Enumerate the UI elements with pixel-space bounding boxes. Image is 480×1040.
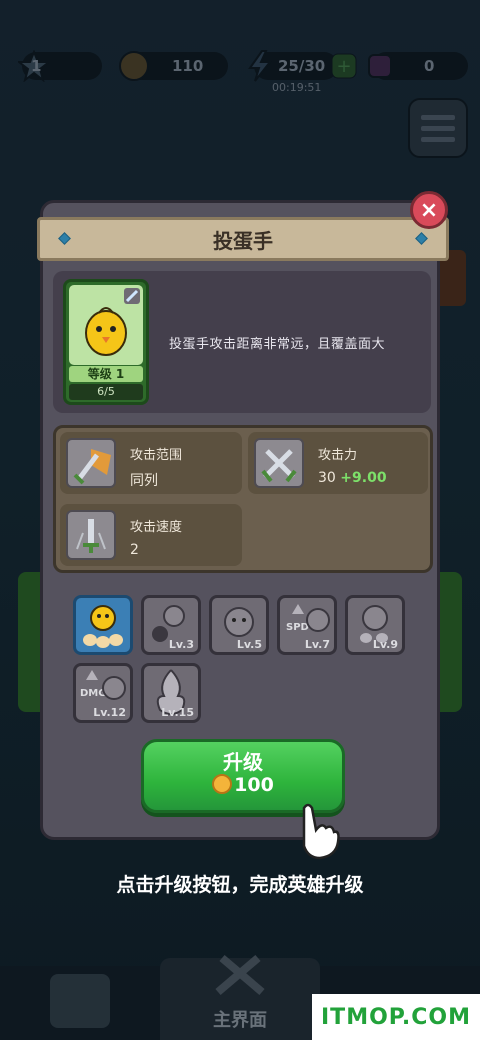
stat-value: 2	[130, 542, 139, 558]
level-value: 1	[31, 57, 42, 75]
energy-value: 25/30	[278, 57, 326, 75]
stat-bonus-value: +9.00	[340, 470, 387, 486]
stat-label: 攻击范围	[130, 448, 183, 463]
upgrade-label: 升级	[223, 750, 263, 774]
lightning-icon	[242, 48, 278, 84]
hero-portrait	[69, 285, 143, 365]
skill-level-label: Lv.7	[304, 638, 330, 651]
svg-text:SPD: SPD	[286, 622, 309, 633]
skill-slot-3[interactable]: Lv.5	[209, 595, 269, 655]
instruction-text: 点击升级按钮，完成英雄升级	[116, 874, 364, 896]
sword-speed-icon	[66, 510, 116, 560]
stat-value: 30 +9.00	[318, 470, 387, 486]
stat-attack-speed: 攻击速度 2	[60, 504, 242, 566]
hero-card[interactable]: 等级 1 6/5	[63, 279, 149, 405]
stat-attack-power: 攻击力 30 +9.00	[248, 432, 428, 494]
skill-slot-2[interactable]: Lv.3	[141, 595, 201, 655]
skill-slot-1[interactable]	[73, 595, 133, 655]
skill-level-label: Lv.9	[372, 638, 398, 651]
energy-timer: 00:19:51	[272, 81, 322, 94]
crossed-swords-icon	[215, 954, 265, 996]
skill-slot-7[interactable]: Lv.15	[141, 663, 201, 723]
upgrade-cost: 100	[144, 774, 342, 796]
dialog-title: 投蛋手	[213, 228, 273, 253]
skill-level-label: Lv.15	[161, 706, 194, 719]
stat-label: 攻击速度	[130, 520, 183, 535]
coins-value: 110	[172, 57, 204, 75]
coin-icon	[212, 774, 233, 794]
sword-badge-icon	[124, 288, 140, 304]
crossed-swords-icon	[254, 438, 304, 488]
chick-eggs-icon	[83, 605, 123, 648]
gems-value: 0	[424, 57, 435, 75]
stat-label: 攻击力	[318, 448, 358, 463]
diamond-icon	[58, 232, 71, 245]
skill-slot-4[interactable]: SPD Lv.7	[277, 595, 337, 655]
watermark: ITMOP.COM	[312, 994, 480, 1040]
stat-value: 同列	[130, 473, 158, 489]
skill-level-label: Lv.12	[93, 706, 126, 719]
top-hud: 1 110 25/30 + 0	[0, 48, 480, 88]
hero-description: 投蛋手攻击距离非常远，且覆盖面大	[169, 337, 386, 352]
upgrade-cost-value: 100	[234, 774, 274, 796]
skill-slot-6[interactable]: DMG Lv.12	[73, 663, 133, 723]
hero-level: 等级 1	[69, 366, 143, 382]
stat-base-value: 30	[318, 470, 336, 486]
hero-shard-count: 6/5	[69, 384, 143, 400]
pointer-hand-icon	[302, 803, 340, 860]
diamond-icon	[415, 232, 428, 245]
menu-button[interactable]	[408, 98, 468, 158]
menu-line-icon	[421, 136, 455, 142]
add-energy-button[interactable]: +	[326, 48, 362, 84]
skill-slot-5[interactable]: Lv.9	[345, 595, 405, 655]
close-button[interactable]: ×	[410, 191, 448, 229]
stats-panel: 攻击范围 同列 攻击力 30 +9.00 攻击速度 2	[53, 425, 433, 573]
sword-range-icon	[66, 438, 116, 488]
hero-upgrade-dialog: 投蛋手 × 等级 1 6/5 投蛋手攻击距离非常远，且覆盖面大 攻击范围 同列 …	[37, 191, 449, 840]
skill-level-label: Lv.3	[168, 638, 194, 651]
menu-line-icon	[421, 125, 455, 131]
nav-main-label: 主界面	[213, 1010, 267, 1031]
coin-icon	[116, 48, 152, 84]
skill-level-label: Lv.5	[236, 638, 262, 651]
stat-attack-range: 攻击范围 同列	[60, 432, 242, 494]
nav-shop-button[interactable]	[50, 974, 110, 1028]
dialog-header: 投蛋手	[37, 217, 449, 261]
hero-info-panel: 等级 1 6/5 投蛋手攻击距离非常远，且覆盖面大	[53, 271, 431, 413]
gem-icon	[362, 48, 398, 84]
menu-line-icon	[421, 114, 455, 120]
svg-text:+: +	[336, 56, 351, 77]
